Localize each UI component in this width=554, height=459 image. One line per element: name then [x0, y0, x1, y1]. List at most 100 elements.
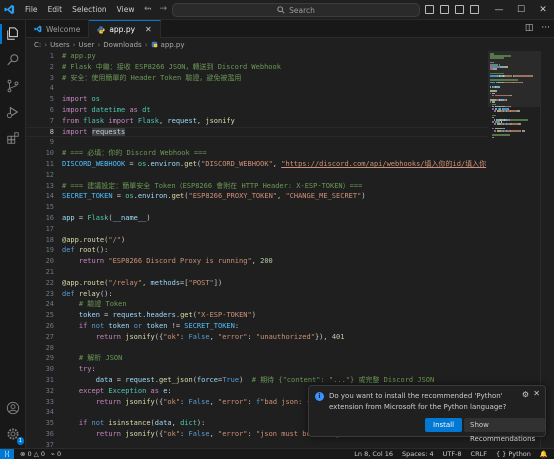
cursor-position[interactable]: Ln 8, Col 16: [354, 450, 393, 458]
minimap-token: [493, 68, 497, 70]
code-token: methods: [150, 278, 181, 287]
line-number: 7: [49, 116, 54, 125]
search-icon: [277, 6, 285, 14]
code-token: jsonify: [125, 429, 155, 438]
breadcrumb-item[interactable]: C:: [34, 41, 41, 49]
explorer-icon[interactable]: [5, 26, 21, 42]
breadcrumb-item[interactable]: app.py: [161, 41, 185, 49]
code-line: # 驗證 Token: [62, 299, 488, 310]
editor-tab-bar: Welcome app.py ✕ ◫ ···: [26, 20, 554, 38]
vscode-tab-icon: [34, 25, 42, 33]
command-center-search[interactable]: Search: [172, 3, 420, 17]
code-token: True: [222, 375, 240, 384]
remote-indicator-icon[interactable]: ⟩⟨: [0, 448, 14, 459]
ports-icon: ⌁: [50, 450, 55, 458]
code-token: ]): [213, 278, 223, 287]
warning-icon: △: [33, 450, 39, 458]
chevron-right-icon: ›: [72, 40, 76, 49]
account-icon[interactable]: [5, 400, 21, 416]
code-token: =: [125, 159, 138, 168]
code-token: not: [91, 321, 105, 330]
problems-indicator[interactable]: ⊗ 0 △ 0: [20, 450, 45, 458]
breadcrumb-item[interactable]: Users: [50, 41, 70, 49]
code-token: try: [78, 365, 92, 374]
minimap-token: [506, 99, 508, 101]
warning-count: 0: [40, 450, 45, 458]
error-count: 0: [27, 450, 32, 458]
search-view-icon[interactable]: [5, 52, 21, 68]
line-number: 36: [45, 429, 54, 438]
line-number: 2: [49, 62, 54, 71]
code-token: :: [247, 429, 256, 438]
toggle-sidebar-icon[interactable]: [425, 5, 434, 14]
minimap-token: [505, 66, 509, 68]
language-mode[interactable]: { } Python: [496, 450, 531, 458]
code-line: from flask import Flask, request, jsonif…: [62, 116, 488, 127]
code-token: "error": [218, 429, 248, 438]
code-token: False: [188, 332, 210, 341]
code-token: False: [188, 429, 210, 438]
run-debug-icon[interactable]: [5, 104, 21, 120]
ports-count: 0: [56, 450, 62, 458]
code-token: DISCORD_WEBHOOK: [62, 159, 126, 168]
install-button[interactable]: Install: [425, 418, 463, 432]
close-icon[interactable]: ✕: [533, 389, 540, 398]
line-number: 26: [45, 321, 54, 330]
tab-app-py[interactable]: app.py ✕: [89, 20, 161, 38]
menu-file[interactable]: File: [20, 0, 43, 20]
close-window-icon[interactable]: ✕: [532, 0, 554, 20]
code-token: Exception: [108, 386, 147, 395]
gear-icon[interactable]: ⚙: [522, 390, 529, 399]
toggle-panel-icon[interactable]: [440, 5, 449, 14]
show-recommendations-button[interactable]: Show Recommendations: [464, 418, 545, 443]
code-token: =: [112, 192, 126, 201]
manage-gear-icon[interactable]: 1: [5, 426, 24, 445]
breadcrumb-item[interactable]: Downloads: [103, 41, 141, 49]
code-line: return "ESP8266 Discord Proxy is running…: [62, 256, 488, 267]
line-ending[interactable]: CRLF: [471, 450, 487, 458]
code-line: @app.route("/relay", methods=["POST"]): [62, 278, 488, 289]
menu-selection[interactable]: Selection: [67, 0, 112, 20]
toggle-secondary-sidebar-icon[interactable]: [455, 5, 464, 14]
more-actions-icon[interactable]: ···: [541, 23, 550, 33]
minimap-token: [504, 75, 513, 77]
code-line: # app.py: [62, 51, 488, 62]
split-editor-icon[interactable]: ◫: [525, 23, 534, 33]
menu-edit[interactable]: Edit: [43, 0, 68, 20]
code-token: ,: [209, 332, 218, 341]
close-tab-icon[interactable]: ✕: [145, 25, 152, 34]
minimize-icon[interactable]: —: [488, 0, 510, 20]
code-token: 401: [331, 332, 345, 341]
maximize-icon[interactable]: ☐: [510, 0, 532, 20]
line-number: 31: [45, 375, 54, 384]
code-token: ): [239, 375, 252, 384]
ports-indicator[interactable]: ⌁ 0: [51, 450, 61, 458]
code-token: os: [91, 95, 100, 104]
code-line: SECRET_TOKEN = os.environ.get("ESP8266_P…: [62, 191, 488, 202]
code-token: __name__: [112, 213, 147, 222]
extensions-icon[interactable]: [5, 130, 21, 146]
encoding[interactable]: UTF-8: [443, 450, 462, 458]
breadcrumb-item[interactable]: User: [78, 41, 94, 49]
breadcrumb: C: › Users › User › Downloads › app.py: [26, 38, 554, 51]
extension-recommendation-toast: i Do you want to install the recommended…: [308, 385, 546, 443]
menu-view[interactable]: View: [112, 0, 140, 20]
code-token: "X-ESP-TOKEN": [196, 311, 252, 320]
back-arrow-icon[interactable]: ←: [144, 4, 152, 14]
code-token: token: [108, 321, 130, 330]
indentation[interactable]: Spaces: 4: [402, 450, 434, 458]
forward-arrow-icon[interactable]: →: [160, 4, 168, 14]
source-control-icon[interactable]: [5, 78, 21, 94]
notifications-bell-icon[interactable]: 🔔: [540, 450, 548, 458]
code-token: "POST": [188, 278, 214, 287]
code-token: request: [112, 311, 143, 320]
code-token: import: [62, 127, 88, 136]
tab-welcome[interactable]: Welcome: [26, 20, 90, 38]
customize-layout-icon[interactable]: [470, 5, 479, 14]
code-token: get_json: [158, 375, 193, 384]
